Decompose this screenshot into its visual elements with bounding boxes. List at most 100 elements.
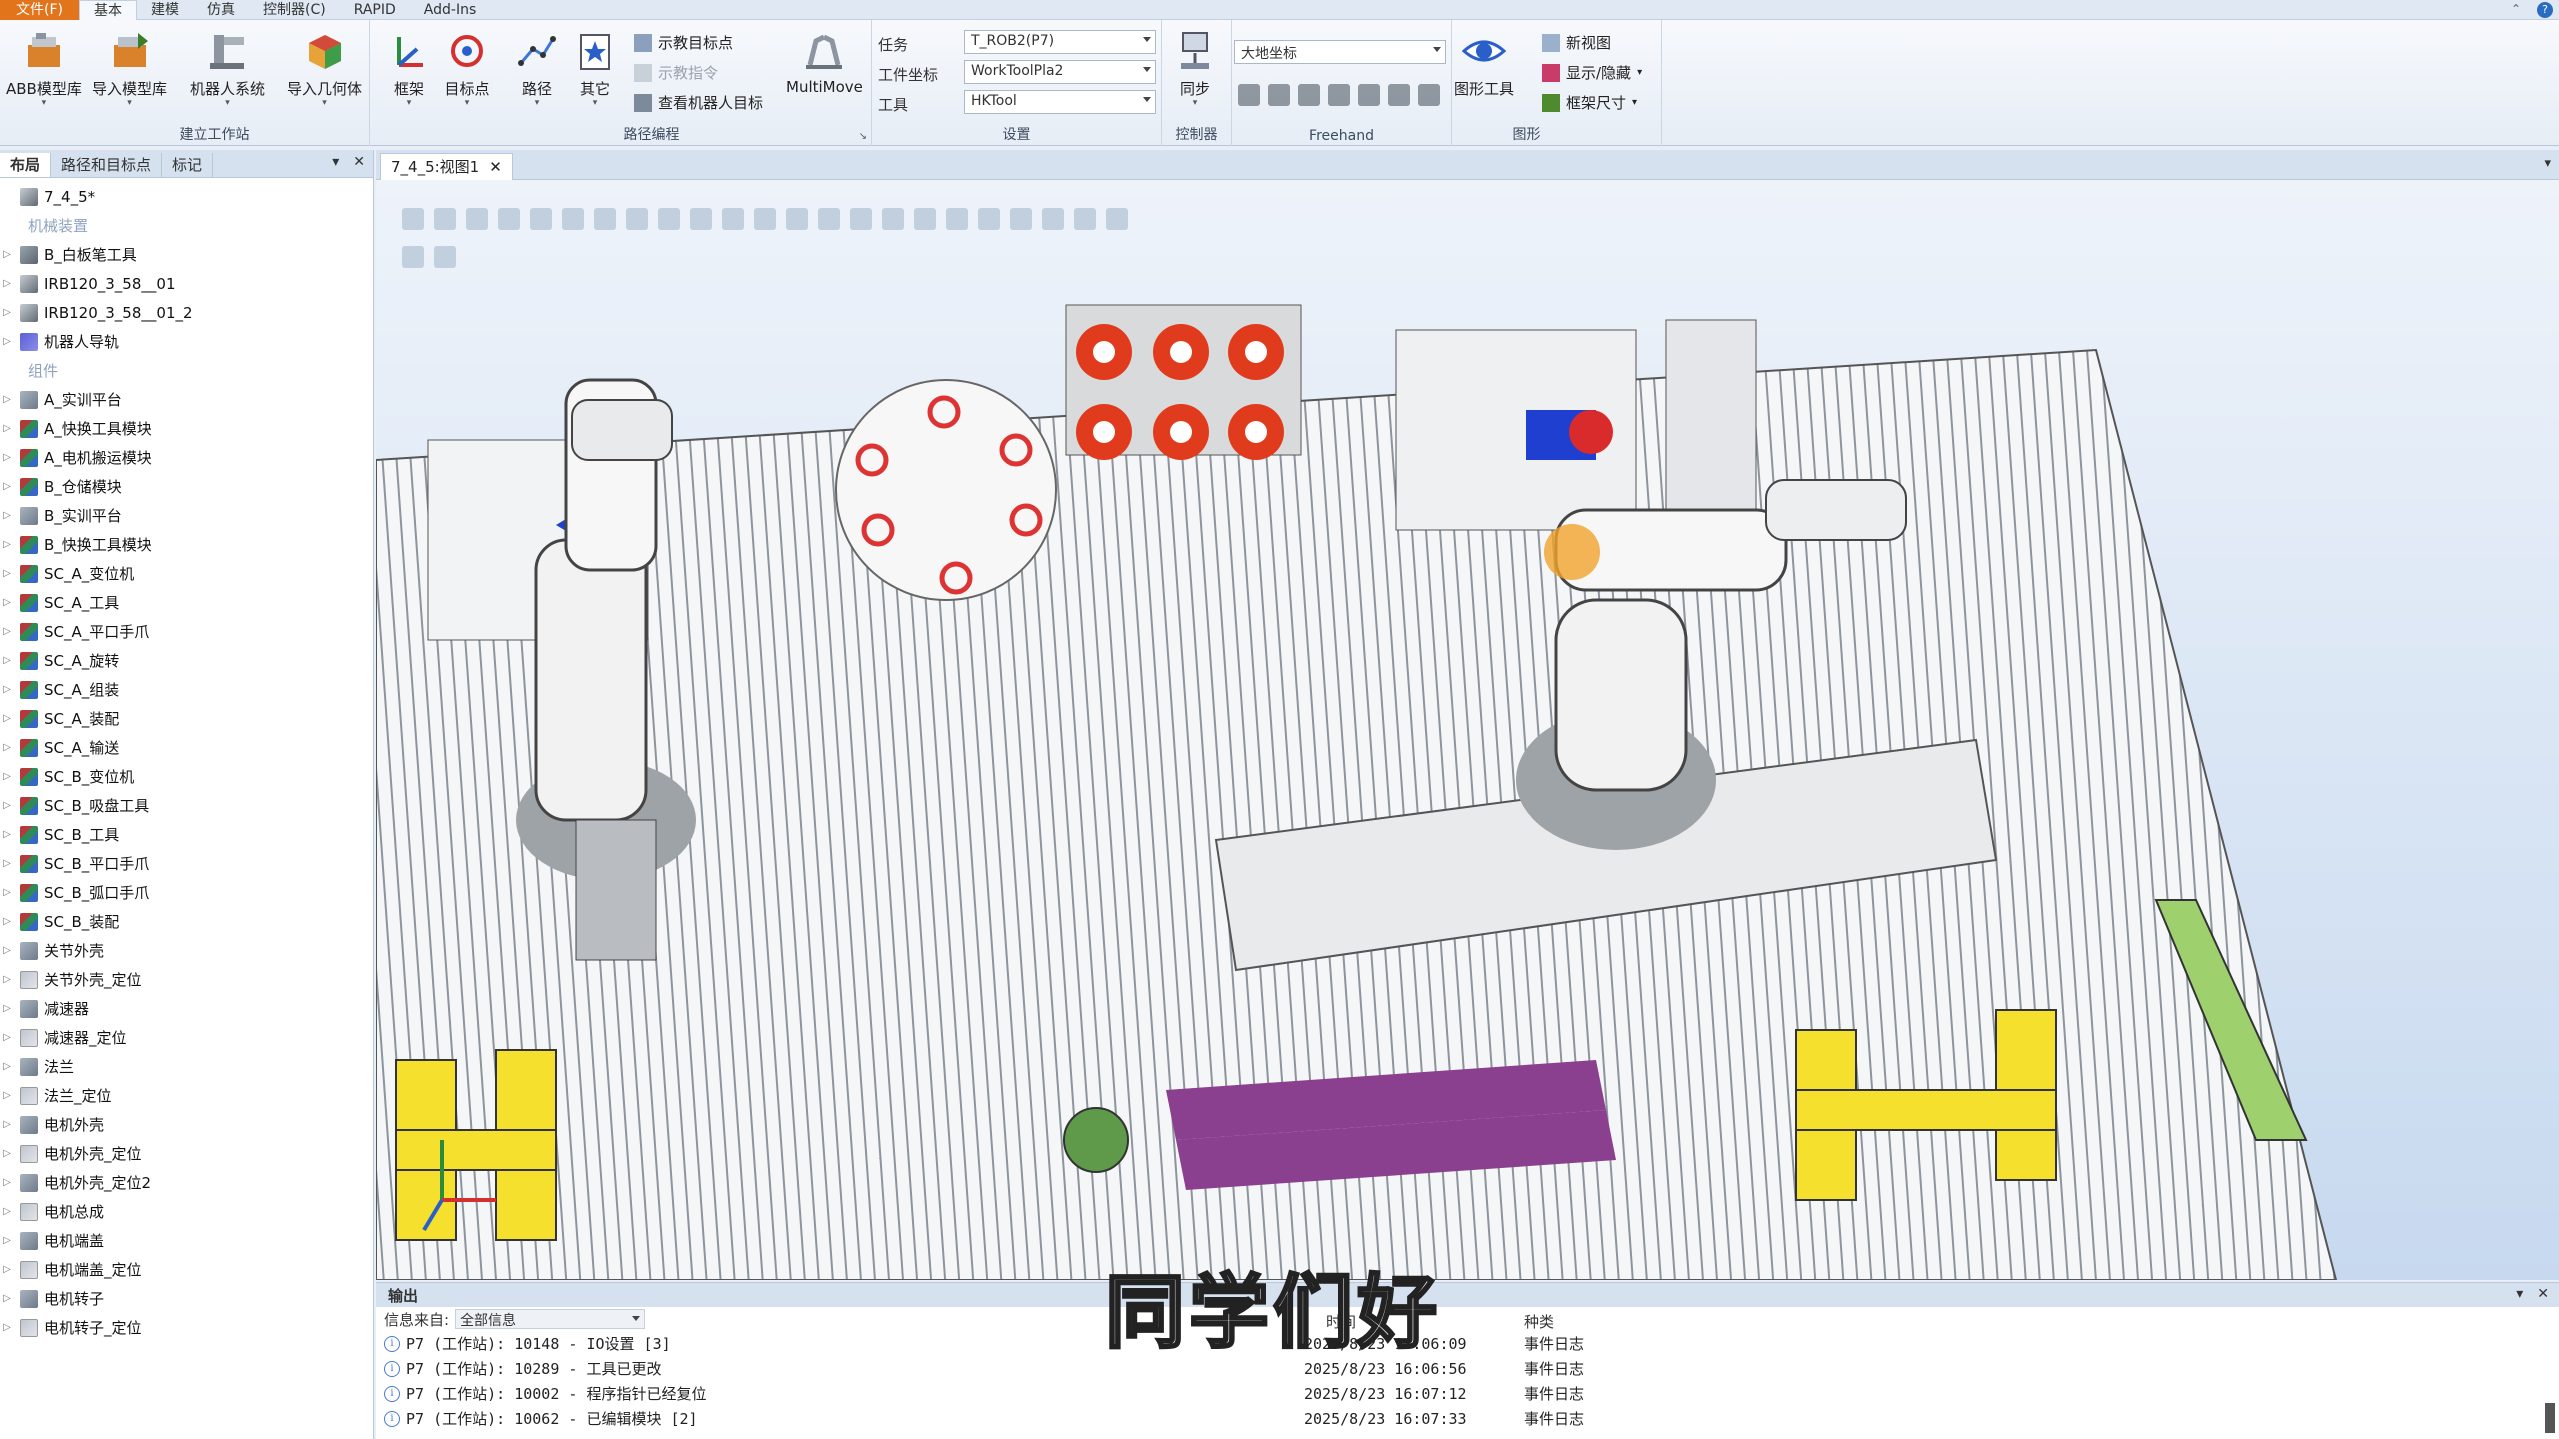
- tree-item[interactable]: ▷ SC_B_吸盘工具: [0, 791, 373, 820]
- tree-item[interactable]: ▷ 电机总成: [0, 1197, 373, 1226]
- tree-item[interactable]: ▷ A_快换工具模块: [0, 414, 373, 443]
- expand-icon[interactable]: ▷: [0, 1264, 14, 1275]
- file-menu[interactable]: 文件(F): [0, 0, 79, 20]
- output-row[interactable]: i P7 (工作站): 10002 - 程序指针已经复位 2025/8/23 16:…: [376, 1381, 2559, 1406]
- tree-item[interactable]: ▷ 减速器: [0, 994, 373, 1023]
- tree-item[interactable]: ▷ IRB120_3_58__01_2: [0, 298, 373, 327]
- other-button[interactable]: 其它 ▾: [572, 28, 618, 108]
- output-row[interactable]: i P7 (工作站): 10148 - IO设置 [3] 2025/8/23 16:…: [376, 1331, 2559, 1356]
- import-geometry-button[interactable]: 导入几何体 ▾: [287, 28, 362, 108]
- snap-edge-icon[interactable]: [818, 208, 840, 230]
- tree-item[interactable]: ▷ SC_B_工具: [0, 820, 373, 849]
- filter-select[interactable]: 全部信息: [455, 1309, 646, 1329]
- measure-min-icon[interactable]: [1074, 208, 1096, 230]
- multimove-button[interactable]: MultiMove: [786, 28, 863, 96]
- expand-icon[interactable]: ▷: [0, 713, 14, 724]
- task-select[interactable]: T_ROB2(P7): [964, 30, 1156, 54]
- view-all-icon[interactable]: [402, 208, 424, 230]
- tree-item[interactable]: ▷ SC_A_装配: [0, 704, 373, 733]
- tree-item[interactable]: ▷ 法兰: [0, 1052, 373, 1081]
- tab-basic[interactable]: 基本: [78, 0, 137, 20]
- tab-layout[interactable]: 布局: [0, 153, 52, 177]
- select-group-icon[interactable]: [626, 208, 648, 230]
- tree-item[interactable]: ▷ B_快换工具模块: [0, 530, 373, 559]
- expand-icon[interactable]: ▷: [0, 452, 14, 463]
- jog-linear-icon[interactable]: [1328, 84, 1350, 106]
- tab-modeling[interactable]: 建模: [137, 0, 193, 20]
- expand-icon[interactable]: ▷: [0, 423, 14, 434]
- tree-item[interactable]: ▷ SC_B_装配: [0, 907, 373, 936]
- frame-button[interactable]: 框架 ▾: [386, 28, 432, 108]
- tree-item[interactable]: ▷ B_仓储模块: [0, 472, 373, 501]
- close-tab-icon[interactable]: ✕: [489, 158, 502, 176]
- select-target-icon[interactable]: [658, 208, 680, 230]
- tree-item[interactable]: ▷ 电机转子: [0, 1284, 373, 1313]
- tree-item[interactable]: ▷ SC_B_弧口手爪: [0, 878, 373, 907]
- expand-icon[interactable]: ▷: [0, 1235, 14, 1246]
- tree-item[interactable]: ▷ SC_A_变位机: [0, 559, 373, 588]
- expand-icon[interactable]: ▷: [0, 916, 14, 927]
- output-close-icon[interactable]: ✕: [2537, 1286, 2549, 1302]
- jog-rotate-icon[interactable]: [1268, 84, 1290, 106]
- tool-select[interactable]: HKTool: [964, 90, 1156, 114]
- output-scrollbar[interactable]: [2545, 1403, 2555, 1433]
- measure-diameter-icon[interactable]: [1042, 208, 1064, 230]
- minimize-ribbon-icon[interactable]: ⌃: [2511, 2, 2521, 18]
- jog-move-icon[interactable]: [1238, 84, 1260, 106]
- expand-icon[interactable]: ▷: [0, 307, 14, 318]
- view-center-icon[interactable]: [434, 208, 456, 230]
- expand-icon[interactable]: ▷: [0, 597, 14, 608]
- workobject-select[interactable]: WorkToolPla2: [964, 60, 1156, 84]
- expand-icon[interactable]: ▷: [0, 1090, 14, 1101]
- expand-icon[interactable]: ▷: [0, 394, 14, 405]
- graphics-tools-button[interactable]: 图形工具: [1454, 28, 1514, 99]
- expand-icon[interactable]: ▷: [0, 568, 14, 579]
- expand-icon[interactable]: ▷: [0, 336, 14, 347]
- doc-menu-icon[interactable]: ▾: [2544, 156, 2551, 171]
- expand-icon[interactable]: ▷: [0, 1003, 14, 1014]
- teach-target-button[interactable]: 示教目标点: [634, 32, 733, 53]
- tree-item[interactable]: ▷ 关节外壳: [0, 936, 373, 965]
- import-library-button[interactable]: 导入模型库 ▾: [92, 28, 167, 108]
- tree-item[interactable]: ▷ 电机端盖_定位: [0, 1255, 373, 1284]
- 3d-viewport[interactable]: [376, 180, 2559, 1280]
- tree-item[interactable]: ▷ SC_B_变位机: [0, 762, 373, 791]
- expand-icon[interactable]: ▷: [0, 1119, 14, 1130]
- measure-distance-icon[interactable]: [978, 208, 1000, 230]
- expand-icon[interactable]: ▷: [0, 1293, 14, 1304]
- tree-item[interactable]: ▷ 减速器_定位: [0, 1023, 373, 1052]
- frame-size-button[interactable]: 框架尺寸 ▾: [1542, 92, 1637, 113]
- select-surface-icon[interactable]: [498, 208, 520, 230]
- tree-item[interactable]: ▷ SC_B_平口手爪: [0, 849, 373, 878]
- expand-icon[interactable]: ▷: [0, 945, 14, 956]
- expand-icon[interactable]: ▷: [0, 510, 14, 521]
- expand-icon[interactable]: ▷: [0, 278, 14, 289]
- snap-gravity-icon[interactable]: [882, 208, 904, 230]
- tree-root[interactable]: 7_4_5*: [0, 182, 373, 211]
- tree-item[interactable]: ▷ B_白板笔工具: [0, 240, 373, 269]
- tree-item[interactable]: ▷ 电机外壳: [0, 1110, 373, 1139]
- tree-item[interactable]: ▷ SC_A_组装: [0, 675, 373, 704]
- tab-tags[interactable]: 标记: [162, 153, 214, 177]
- tree-item[interactable]: ▷ SC_A_输送: [0, 733, 373, 762]
- expand-icon[interactable]: ▷: [0, 539, 14, 550]
- tree-item[interactable]: ▷ A_电机搬运模块: [0, 443, 373, 472]
- show-hide-button[interactable]: 显示/隐藏 ▾: [1542, 62, 1642, 83]
- expand-icon[interactable]: ▷: [0, 829, 14, 840]
- tree-item[interactable]: ▷ 电机外壳_定位2: [0, 1168, 373, 1197]
- expand-icon[interactable]: ▷: [0, 887, 14, 898]
- tree-item[interactable]: ▷ 电机端盖: [0, 1226, 373, 1255]
- expand-icon[interactable]: ▷: [0, 858, 14, 869]
- tab-paths-targets[interactable]: 路径和目标点: [51, 153, 163, 177]
- expand-icon[interactable]: ▷: [0, 655, 14, 666]
- output-row[interactable]: i P7 (工作站): 10062 - 已编辑模块 [2] 2025/8/23 16…: [376, 1406, 2559, 1431]
- tree-item[interactable]: ▷ 机器人导轨: [0, 327, 373, 356]
- snap-object-icon[interactable]: [722, 208, 744, 230]
- tree-item[interactable]: ▷ IRB120_3_58__01: [0, 269, 373, 298]
- expand-icon[interactable]: ▷: [0, 742, 14, 753]
- play-icon[interactable]: [402, 246, 424, 268]
- tree-item[interactable]: ▷ 电机外壳_定位: [0, 1139, 373, 1168]
- measure-angle-icon[interactable]: [1010, 208, 1032, 230]
- expand-icon[interactable]: ▷: [0, 1177, 14, 1188]
- jog-reorient-icon[interactable]: [1358, 84, 1380, 106]
